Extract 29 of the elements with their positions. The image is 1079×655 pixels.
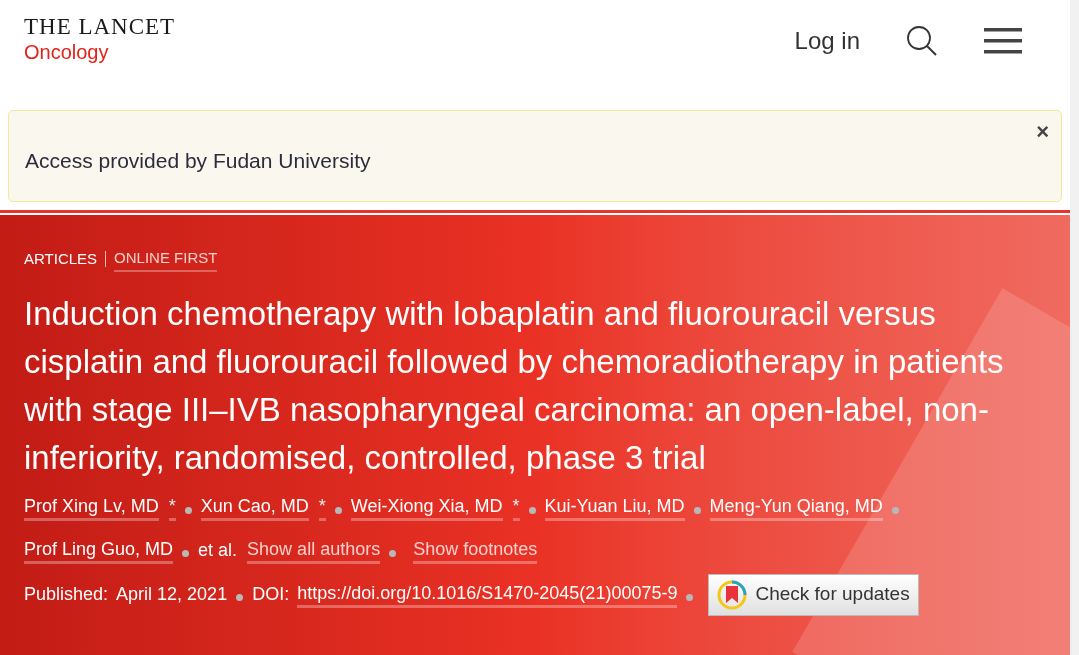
author-link[interactable]: Meng-Yun Qiang, MD [709,493,883,521]
article-title: Induction chemotherapy with lobaplatin and fluorouracil versus cisplatin and fluorouracil followed by chemoradiotherapy in patients with stage III–IVB nasopharyngeal carcinoma: an open-label, non-inferiority, randomised, controlled, phase 3 trial [24,293,1005,478]
logo-title: THE LANCET [24,15,176,39]
footnote-link[interactable]: * [318,493,326,521]
published-label: Published: [24,583,109,606]
doi-link[interactable]: https://doi.org/10.1016/S1470-2045(21)00075-9 [297,581,678,608]
author-link[interactable]: Prof Xing Lv, MD [24,493,159,521]
separator [105,251,107,268]
access-text: Access provided by Fudan University [25,148,371,174]
article-type: ARTICLES [24,249,98,269]
author-link[interactable]: Prof Ling Guo, MD [24,536,174,564]
et-al-text: et al. [198,539,238,562]
doi-label: DOI: [252,583,290,606]
search-icon[interactable] [906,25,938,57]
online-first-link[interactable]: ONLINE FIRST [114,247,218,272]
show-authors-link[interactable]: Show all authors [247,536,381,564]
show-footnotes-link[interactable]: Show footnotes [413,536,538,564]
author-link[interactable]: Wei-Xiong Xia, MD [350,493,503,521]
login-link[interactable]: Log in [794,23,860,59]
check-updates-button[interactable]: Check for updates [708,573,919,616]
menu-icon[interactable] [984,27,1022,55]
close-button[interactable]: × [1036,121,1049,143]
logo-subtitle: Oncology [24,40,110,65]
footnote-link[interactable]: * [512,493,520,521]
bookmark-badge-icon [717,579,748,610]
author-link[interactable]: Kui-Yuan Liu, MD [544,493,685,521]
footnote-link[interactable]: * [168,493,176,521]
author-link[interactable]: Xun Cao, MD [200,493,309,521]
published-date: April 12, 2021 [116,583,228,606]
